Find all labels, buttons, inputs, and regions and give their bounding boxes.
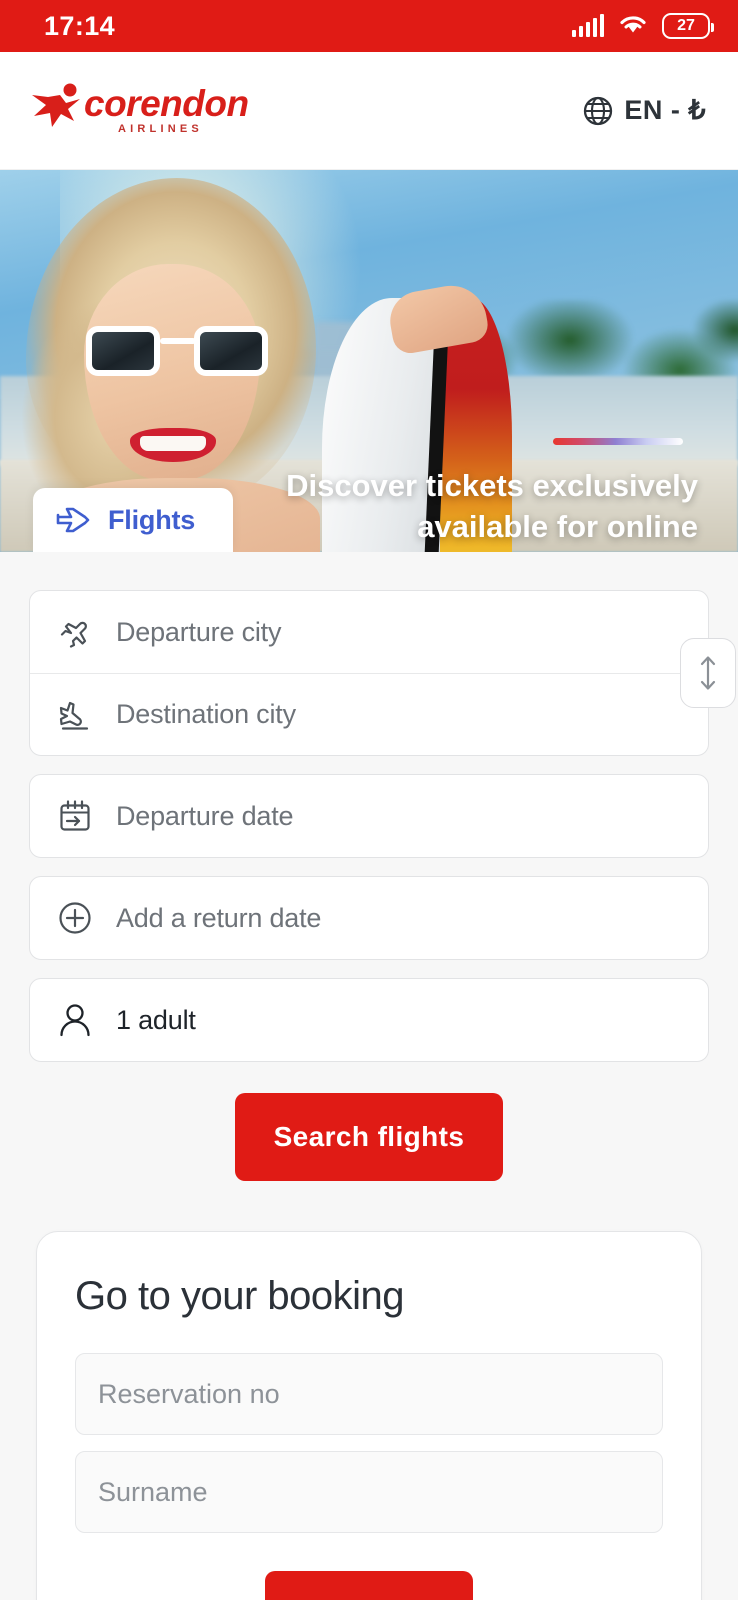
destination-city-field[interactable]: Destination city xyxy=(30,673,708,755)
battery-percent-label: 27 xyxy=(677,17,695,34)
city-field-group: Departure city Destination city xyxy=(29,590,736,756)
go-to-booking-title: Go to your booking xyxy=(75,1274,405,1318)
plane-landing-icon xyxy=(56,699,94,731)
globe-icon xyxy=(584,96,613,125)
departure-date-placeholder: Departure date xyxy=(116,800,294,831)
search-button-row: Search flights xyxy=(29,1093,709,1181)
plus-circle-icon xyxy=(56,900,94,936)
carousel-progress-bar[interactable] xyxy=(553,438,683,445)
plane-takeoff-icon xyxy=(56,616,94,648)
status-bar: 17:14 27 xyxy=(0,0,738,52)
surname-input[interactable] xyxy=(75,1451,663,1533)
passengers-group: 1 adult xyxy=(29,978,709,1062)
star-runner-icon xyxy=(32,83,80,127)
passengers-value: 1 adult xyxy=(116,1004,196,1035)
search-flights-button[interactable]: Search flights xyxy=(235,1093,503,1181)
swap-vertical-icon xyxy=(700,656,716,690)
status-bar-icons: 27 xyxy=(571,12,714,41)
site-header: corendon AIRLINES EN - ₺ xyxy=(0,52,738,170)
wifi-icon xyxy=(618,12,648,41)
calendar-arrow-icon xyxy=(56,799,94,833)
hero-banner: Discover tickets exclusively available f… xyxy=(0,170,738,552)
departure-date-field[interactable]: Departure date xyxy=(30,775,708,857)
tab-flights[interactable]: Flights xyxy=(33,488,233,552)
logo-text: corendon AIRLINES xyxy=(84,82,249,136)
signal-bars-icon xyxy=(571,14,604,37)
person-icon xyxy=(56,1002,94,1038)
departure-date-group: Departure date xyxy=(29,774,709,858)
departure-city-placeholder: Departure city xyxy=(116,616,282,647)
go-to-booking-card: Go to your booking xyxy=(36,1231,702,1600)
reservation-no-input[interactable] xyxy=(75,1353,663,1435)
departure-city-field[interactable]: Departure city xyxy=(30,591,708,673)
logo-subtitle: AIRLINES xyxy=(118,123,203,136)
language-currency-switcher[interactable]: EN - ₺ xyxy=(582,95,706,127)
tab-flights-label: Flights xyxy=(108,504,196,535)
status-bar-clock: 17:14 xyxy=(44,10,116,41)
battery-icon: 27 xyxy=(662,13,714,39)
swap-cities-button[interactable] xyxy=(680,638,736,708)
corendon-logo[interactable]: corendon AIRLINES xyxy=(30,82,249,140)
hero-headline: Discover tickets exclusively available f… xyxy=(286,468,698,552)
plane-icon xyxy=(56,507,90,533)
logo-wordmark: corendon xyxy=(84,82,249,124)
passengers-field[interactable]: 1 adult xyxy=(30,979,708,1061)
return-date-group: Add a return date xyxy=(29,876,709,960)
add-return-date-field[interactable]: Add a return date xyxy=(30,877,708,959)
language-label: EN - ₺ xyxy=(624,95,706,125)
add-return-date-placeholder: Add a return date xyxy=(116,902,322,933)
go-to-booking-button[interactable] xyxy=(265,1571,473,1600)
booking-button-row xyxy=(75,1571,663,1600)
destination-city-placeholder: Destination city xyxy=(116,699,296,729)
mobile-screen: 17:14 27 corendon AIRLINES EN - ₺ Discov… xyxy=(0,0,738,1600)
flight-search-form: Departure city Destination city Departur… xyxy=(0,552,738,1181)
